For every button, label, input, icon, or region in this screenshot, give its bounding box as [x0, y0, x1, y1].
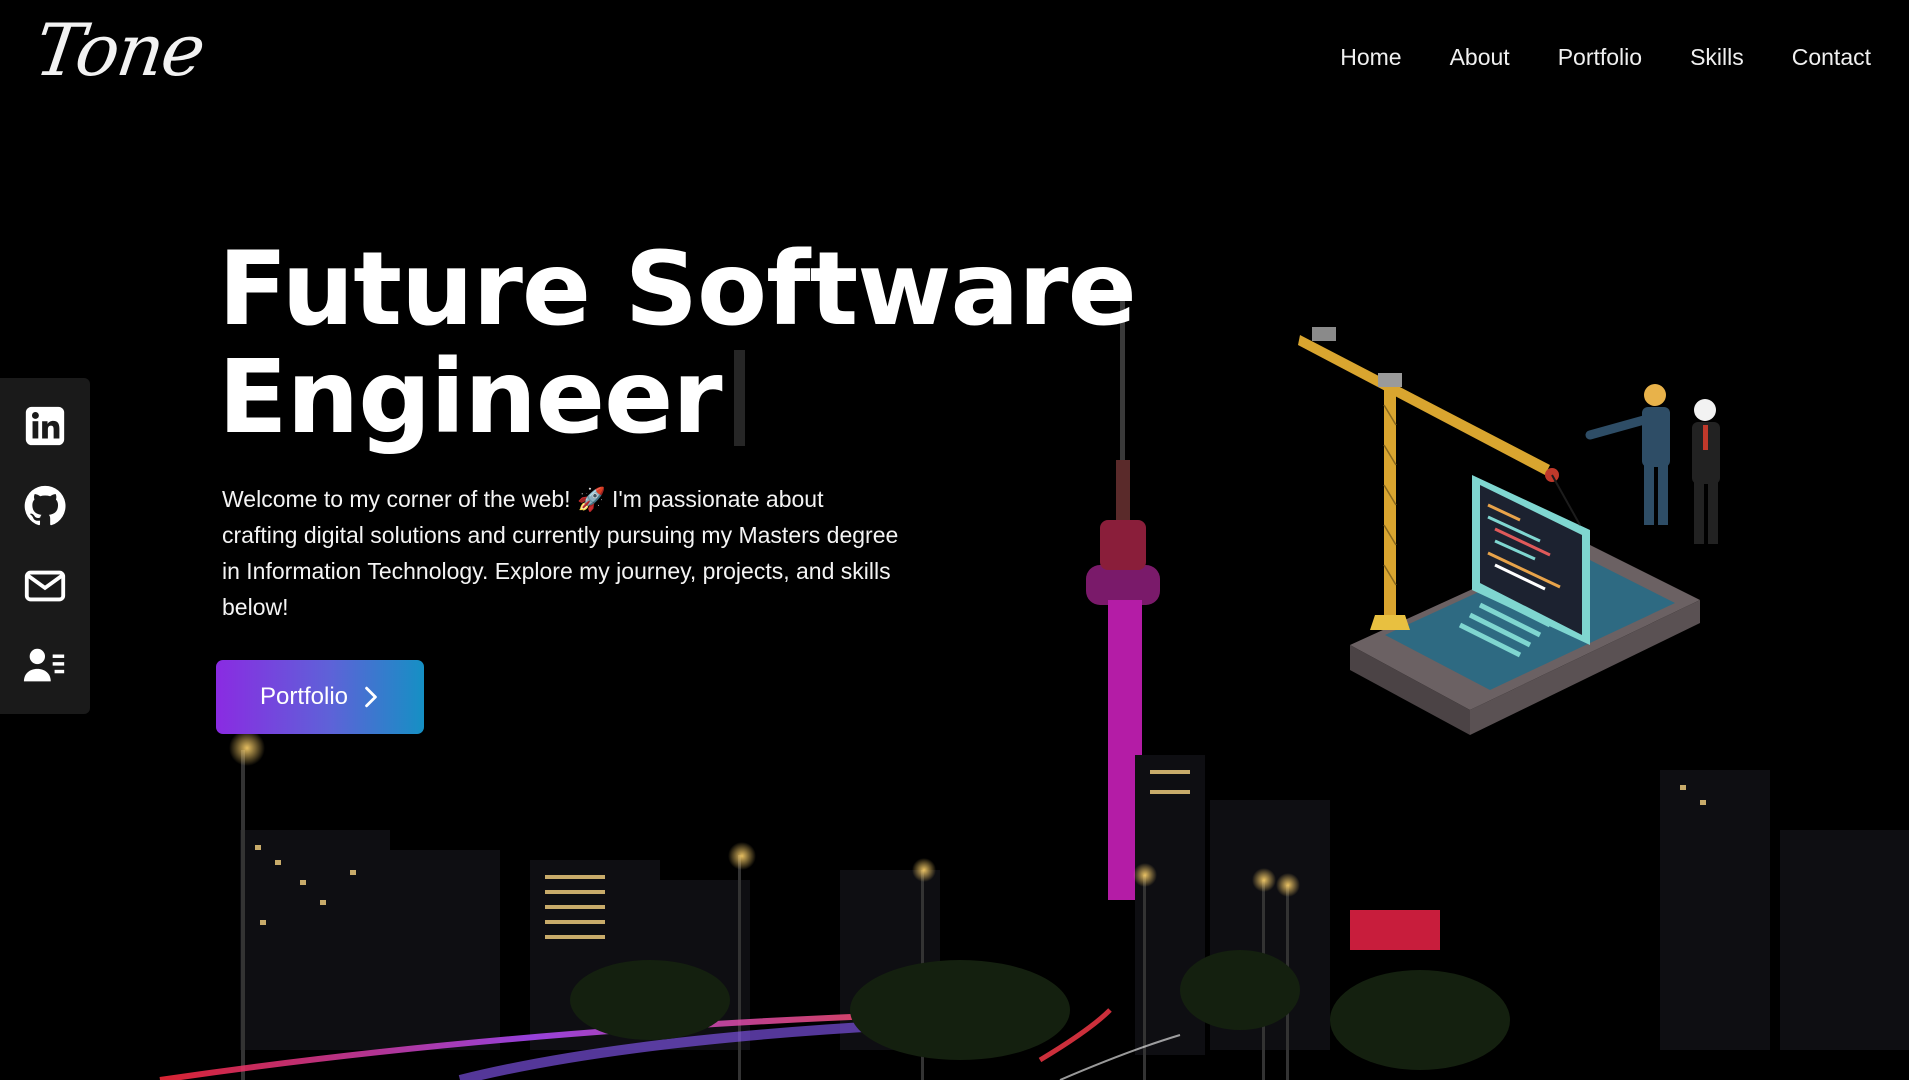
construction-laptop-illustration: [1298, 327, 1720, 735]
hero-title-line1: Future Software: [218, 230, 1137, 349]
github-icon: [24, 485, 66, 526]
nav-portfolio-link[interactable]: Portfolio: [1558, 44, 1642, 71]
github-link[interactable]: [22, 483, 68, 529]
portfolio-button[interactable]: Portfolio: [216, 660, 424, 734]
hero-intro: Welcome to my corner of the web! 🚀 I'm p…: [222, 486, 899, 620]
nav-about-link[interactable]: About: [1450, 44, 1510, 71]
hero-title: Future Software Engineer: [218, 236, 1137, 452]
typing-cursor: [733, 350, 745, 446]
nav-skills-link[interactable]: Skills: [1690, 44, 1744, 71]
main-nav: Home About Portfolio Skills Contact: [1340, 44, 1871, 71]
email-link[interactable]: [22, 563, 68, 609]
mail-icon: [24, 570, 66, 602]
site-logo[interactable]: Tone: [30, 8, 209, 92]
resume-link[interactable]: [22, 643, 68, 689]
linkedin-link[interactable]: [22, 403, 68, 449]
social-sidebar: [0, 378, 90, 714]
chevron-right-icon: [365, 686, 377, 708]
hero-title-line2: Engineer: [218, 338, 723, 457]
resume-icon: [23, 648, 65, 682]
linkedin-icon: [25, 406, 65, 446]
nav-contact-link[interactable]: Contact: [1792, 44, 1871, 71]
nav-home-link[interactable]: Home: [1340, 44, 1401, 71]
portfolio-button-label: Portfolio: [259, 683, 349, 710]
